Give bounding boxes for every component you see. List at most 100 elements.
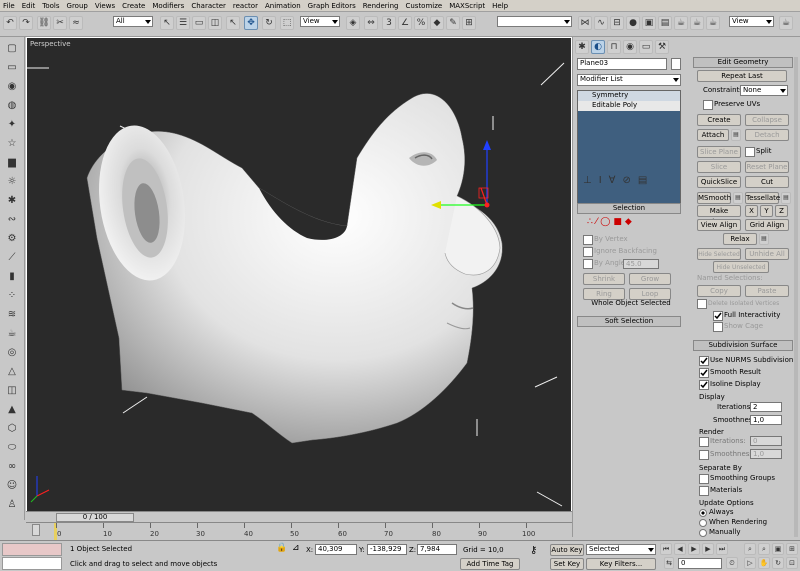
bone-icon[interactable]: ⟋ xyxy=(5,251,19,265)
pin-stack-icon[interactable]: ⊥ xyxy=(583,175,599,186)
cylinder-icon[interactable]: ▮ xyxy=(5,270,19,284)
pivot-center-icon[interactable]: ◈ xyxy=(346,16,360,30)
slice-button[interactable]: Slice xyxy=(697,161,741,173)
select-object-icon[interactable]: ↖ xyxy=(160,16,174,30)
polygon-mode-icon[interactable]: ■ xyxy=(613,217,625,227)
isoline-display-checkbox[interactable]: Isoline Display xyxy=(699,380,761,390)
by-vertex-checkbox[interactable]: By Vertex xyxy=(583,235,628,245)
zoom-icon[interactable]: ⌕ xyxy=(744,543,756,555)
particle-icon[interactable]: ⁘ xyxy=(5,289,19,303)
object-color-swatch[interactable] xyxy=(671,58,681,70)
motion-tab-icon[interactable]: ◉ xyxy=(623,40,637,54)
reset-plane-button[interactable]: Reset Plane xyxy=(745,161,789,173)
render-smoothness-spinner[interactable]: 1,0 xyxy=(750,449,782,459)
tube-icon[interactable]: ◫ xyxy=(5,384,19,398)
by-angle-checkbox[interactable]: By Angle xyxy=(583,259,625,269)
go-to-end-icon[interactable]: ⏭ xyxy=(716,543,728,555)
select-move-icon[interactable]: ✥ xyxy=(244,16,258,30)
vertex-mode-icon[interactable]: ∴ xyxy=(587,217,596,227)
system-icon[interactable]: ⚙ xyxy=(5,232,19,246)
planar-x-button[interactable]: X xyxy=(745,205,758,217)
shrink-button[interactable]: Shrink xyxy=(583,273,625,285)
zoom-extents-icon[interactable]: ▣ xyxy=(772,543,784,555)
render-production-icon[interactable]: ☕ xyxy=(690,16,704,30)
render-active-icon[interactable]: ☕ xyxy=(706,16,720,30)
render-smoothness-checkbox[interactable]: Smoothness: xyxy=(699,450,755,460)
when-rendering-radio[interactable]: When Rendering xyxy=(699,518,767,527)
smoothness-spinner[interactable]: 1,0 xyxy=(750,415,782,425)
quick-render-icon[interactable]: ☕ xyxy=(674,16,688,30)
menu-edit[interactable]: Edit xyxy=(22,2,36,10)
msmooth-button[interactable]: MSmooth xyxy=(697,192,731,204)
pyramid-icon[interactable]: △ xyxy=(5,365,19,379)
collapse-button[interactable]: Collapse xyxy=(745,114,789,126)
menu-modifiers[interactable]: Modifiers xyxy=(152,2,184,10)
tessellate-button[interactable]: Tessellate xyxy=(745,192,780,204)
menu-views[interactable]: Views xyxy=(95,2,115,10)
cut-button[interactable]: Cut xyxy=(745,176,789,188)
use-nurms-checkbox[interactable]: Use NURMS Subdivision xyxy=(699,356,793,366)
menu-reactor[interactable]: reactor xyxy=(233,2,258,10)
modifier-list-dropdown[interactable]: Modifier List xyxy=(577,74,681,86)
lock-selection-icon[interactable]: 🔒 xyxy=(276,544,287,553)
hide-selected-button[interactable]: Hide Selected xyxy=(697,248,741,260)
copy-button[interactable]: Copy xyxy=(697,285,741,297)
show-cage-checkbox[interactable]: Show Cage xyxy=(713,322,763,332)
slice-plane-button[interactable]: Slice Plane xyxy=(697,146,741,158)
current-frame-field[interactable]: 0 xyxy=(678,558,722,569)
configure-sets-icon[interactable]: ▤ xyxy=(638,175,654,186)
time-slider-thumb[interactable]: 0 / 100 xyxy=(56,513,134,522)
mirror-icon[interactable]: ⇔ xyxy=(364,16,378,30)
key-mode-dropdown[interactable]: Selected xyxy=(586,544,656,555)
bind-space-warp-icon[interactable]: ≈ xyxy=(69,16,83,30)
auto-key-button[interactable]: Auto Key xyxy=(550,544,584,556)
modify-tab-icon[interactable]: ◐ xyxy=(591,40,605,54)
select-manipulate-icon[interactable]: ↖ xyxy=(226,16,240,30)
absolute-mode-icon[interactable]: ⊿ xyxy=(292,544,300,553)
spacewarp-icon[interactable]: ∾ xyxy=(5,213,19,227)
manually-radio[interactable]: Manually xyxy=(699,528,741,537)
hierarchy-tab-icon[interactable]: ⊓ xyxy=(607,40,621,54)
menu-create[interactable]: Create xyxy=(122,2,145,10)
planar-z-button[interactable]: Z xyxy=(775,205,788,217)
split-checkbox[interactable]: Split xyxy=(745,147,772,157)
named-selection-sets-icon[interactable]: ✎ xyxy=(446,16,460,30)
iterations-spinner[interactable]: 2 xyxy=(750,402,782,412)
soft-selection-rollout-header[interactable]: Soft Selection xyxy=(577,316,681,327)
attach-button[interactable]: Attach xyxy=(697,129,729,141)
menu-animation[interactable]: Animation xyxy=(265,2,301,10)
menu-character[interactable]: Character xyxy=(191,2,226,10)
track-bar[interactable]: 0 10 20 30 40 50 60 70 80 90 100 xyxy=(26,522,572,540)
subdivision-rollout-header[interactable]: Subdivision Surface xyxy=(693,340,793,351)
select-rotate-icon[interactable]: ↻ xyxy=(262,16,276,30)
paste-button[interactable]: Paste xyxy=(745,285,789,297)
stack-item-symmetry[interactable]: Symmetry xyxy=(578,91,680,101)
maximize-viewport-icon[interactable]: ⊡ xyxy=(786,557,798,569)
reference-coord-dropdown[interactable]: View xyxy=(300,16,340,27)
mirror-tool-icon[interactable]: ⋈ xyxy=(578,16,592,30)
teapot-icon[interactable]: ☕ xyxy=(5,327,19,341)
named-selection-dropdown[interactable] xyxy=(497,16,572,27)
delete-isolated-checkbox[interactable]: Delete Isolated Vertices xyxy=(697,299,779,309)
selection-rollout-header[interactable]: Selection xyxy=(577,203,681,214)
repeat-last-button[interactable]: Repeat Last xyxy=(697,70,787,82)
menu-tools[interactable]: Tools xyxy=(42,2,59,10)
arc-rotate-icon[interactable]: ↻ xyxy=(772,557,784,569)
maxscript-listener[interactable] xyxy=(2,543,62,556)
rect-selection-icon[interactable]: ▭ xyxy=(192,16,206,30)
detach-button[interactable]: Detach xyxy=(745,129,789,141)
x-coord-field[interactable]: 40,309 xyxy=(315,544,357,555)
go-to-start-icon[interactable]: ⏮ xyxy=(660,543,672,555)
by-angle-spinner[interactable]: 45.0 xyxy=(623,259,659,269)
render-type-dropdown[interactable]: View xyxy=(729,16,774,27)
menu-help[interactable]: Help xyxy=(492,2,508,10)
utilities-tab-icon[interactable]: ⚒ xyxy=(655,40,669,54)
light-icon[interactable]: ☼ xyxy=(5,175,19,189)
menu-customize[interactable]: Customize xyxy=(405,2,442,10)
smooth-result-checkbox[interactable]: Smooth Result xyxy=(699,368,761,378)
field-of-view-icon[interactable]: ▷ xyxy=(744,557,756,569)
make-unique-icon[interactable]: ∀ xyxy=(609,175,623,186)
wave-icon[interactable]: ≋ xyxy=(5,308,19,322)
render-last-icon[interactable]: ☕ xyxy=(779,16,793,30)
menu-graph-editors[interactable]: Graph Editors xyxy=(308,2,356,10)
